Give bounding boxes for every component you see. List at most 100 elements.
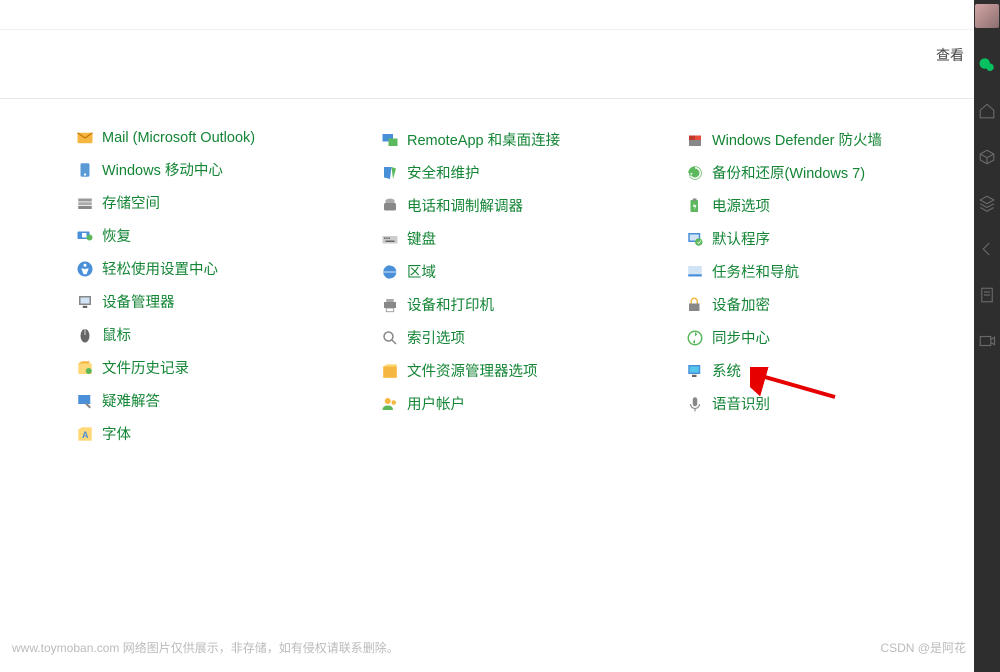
item-label: 同步中心 bbox=[712, 327, 770, 348]
item-keyboard[interactable]: 键盘 bbox=[381, 228, 686, 249]
device-manager-icon bbox=[76, 293, 94, 311]
item-security[interactable]: 安全和维护 bbox=[381, 162, 686, 183]
file-history-icon bbox=[76, 359, 94, 377]
item-label: 存储空间 bbox=[102, 192, 160, 213]
item-devices-printers[interactable]: 设备和打印机 bbox=[381, 294, 686, 315]
defender-icon bbox=[686, 131, 704, 149]
item-backup[interactable]: 备份和还原(Windows 7) bbox=[686, 162, 966, 183]
item-indexing[interactable]: 索引选项 bbox=[381, 327, 686, 348]
storage-icon bbox=[76, 194, 94, 212]
system-icon bbox=[686, 362, 704, 380]
control-panel-items: Mail (Microsoft Outlook) Windows 移动中心 存储… bbox=[0, 99, 1000, 444]
column-1: Mail (Microsoft Outlook) Windows 移动中心 存储… bbox=[76, 129, 381, 444]
mobility-icon bbox=[76, 161, 94, 179]
video-icon[interactable] bbox=[978, 332, 996, 350]
doc-icon[interactable] bbox=[978, 286, 996, 304]
mail-icon bbox=[76, 129, 94, 147]
item-region[interactable]: 区域 bbox=[381, 261, 686, 282]
item-label: 设备和打印机 bbox=[407, 294, 494, 315]
item-power[interactable]: 电源选项 bbox=[686, 195, 966, 216]
item-label: 文件历史记录 bbox=[102, 357, 189, 378]
item-label: 任务栏和导航 bbox=[712, 261, 799, 282]
item-sync[interactable]: 同步中心 bbox=[686, 327, 966, 348]
phone-modem-icon bbox=[381, 197, 399, 215]
back-icon[interactable] bbox=[978, 240, 996, 258]
item-mail[interactable]: Mail (Microsoft Outlook) bbox=[76, 129, 381, 147]
item-label: 鼠标 bbox=[102, 324, 131, 345]
avatar[interactable] bbox=[975, 4, 999, 28]
right-sidebar bbox=[974, 0, 1000, 672]
default-programs-icon bbox=[686, 230, 704, 248]
header-area: 查看 bbox=[0, 30, 1000, 80]
indexing-icon bbox=[381, 329, 399, 347]
remoteapp-icon bbox=[381, 131, 399, 149]
item-troubleshoot[interactable]: 疑难解答 bbox=[76, 390, 381, 411]
item-label: Mail (Microsoft Outlook) bbox=[102, 130, 255, 146]
svg-text:A: A bbox=[82, 429, 89, 439]
ease-access-icon bbox=[76, 260, 94, 278]
item-speech[interactable]: 语音识别 bbox=[686, 393, 966, 414]
watermark-left: www.toymoban.com 网络图片仅供展示，非存储，如有侵权请联系删除。 bbox=[12, 639, 399, 656]
item-label: 索引选项 bbox=[407, 327, 465, 348]
item-defender[interactable]: Windows Defender 防火墙 bbox=[686, 129, 966, 150]
devices-printers-icon bbox=[381, 296, 399, 314]
column-2: RemoteApp 和桌面连接 安全和维护 电话和调制解调器 键盘 区域 设备和… bbox=[381, 129, 686, 444]
item-label: 恢复 bbox=[102, 225, 131, 246]
item-device-manager[interactable]: 设备管理器 bbox=[76, 291, 381, 312]
item-label: 用户帐户 bbox=[407, 393, 465, 414]
item-label: 备份和还原(Windows 7) bbox=[712, 162, 865, 183]
watermark-right: CSDN @是阿花 bbox=[880, 639, 966, 656]
item-file-history[interactable]: 文件历史记录 bbox=[76, 357, 381, 378]
item-user-accounts[interactable]: 用户帐户 bbox=[381, 393, 686, 414]
recovery-icon bbox=[76, 227, 94, 245]
item-system[interactable]: 系统 bbox=[686, 360, 966, 381]
item-label: Windows Defender 防火墙 bbox=[712, 129, 882, 150]
item-label: 字体 bbox=[102, 423, 131, 444]
layer-icon[interactable] bbox=[978, 194, 996, 212]
item-device-encryption[interactable]: 设备加密 bbox=[686, 294, 966, 315]
device-encryption-icon bbox=[686, 296, 704, 314]
item-label: 安全和维护 bbox=[407, 162, 480, 183]
box-icon[interactable] bbox=[978, 148, 996, 166]
item-label: 设备管理器 bbox=[102, 291, 175, 312]
item-label: Windows 移动中心 bbox=[102, 159, 223, 180]
item-mobility[interactable]: Windows 移动中心 bbox=[76, 159, 381, 180]
column-3: Windows Defender 防火墙 备份和还原(Windows 7) 电源… bbox=[686, 129, 966, 444]
item-recovery[interactable]: 恢复 bbox=[76, 225, 381, 246]
item-ease-access[interactable]: 轻松使用设置中心 bbox=[76, 258, 381, 279]
taskbar-icon bbox=[686, 263, 704, 281]
security-icon bbox=[381, 164, 399, 182]
item-label: 文件资源管理器选项 bbox=[407, 360, 538, 381]
item-label: RemoteApp 和桌面连接 bbox=[407, 129, 560, 150]
item-label: 默认程序 bbox=[712, 228, 770, 249]
item-label: 轻松使用设置中心 bbox=[102, 258, 218, 279]
backup-icon bbox=[686, 164, 704, 182]
power-icon bbox=[686, 197, 704, 215]
wechat-icon[interactable] bbox=[978, 56, 996, 74]
item-storage[interactable]: 存储空间 bbox=[76, 192, 381, 213]
item-taskbar[interactable]: 任务栏和导航 bbox=[686, 261, 966, 282]
troubleshoot-icon bbox=[76, 392, 94, 410]
item-label: 键盘 bbox=[407, 228, 436, 249]
home-icon[interactable] bbox=[978, 102, 996, 120]
item-label: 电话和调制解调器 bbox=[407, 195, 523, 216]
item-explorer-options[interactable]: 文件资源管理器选项 bbox=[381, 360, 686, 381]
item-label: 区域 bbox=[407, 261, 436, 282]
top-bar bbox=[0, 0, 1000, 30]
item-label: 电源选项 bbox=[712, 195, 770, 216]
user-accounts-icon bbox=[381, 395, 399, 413]
region-icon bbox=[381, 263, 399, 281]
keyboard-icon bbox=[381, 230, 399, 248]
explorer-options-icon bbox=[381, 362, 399, 380]
item-fonts[interactable]: A 字体 bbox=[76, 423, 381, 444]
mouse-icon bbox=[76, 326, 94, 344]
view-label[interactable]: 查看 bbox=[936, 45, 964, 65]
sync-icon bbox=[686, 329, 704, 347]
item-phone-modem[interactable]: 电话和调制解调器 bbox=[381, 195, 686, 216]
item-remoteapp[interactable]: RemoteApp 和桌面连接 bbox=[381, 129, 686, 150]
item-default-programs[interactable]: 默认程序 bbox=[686, 228, 966, 249]
item-mouse[interactable]: 鼠标 bbox=[76, 324, 381, 345]
item-label: 疑难解答 bbox=[102, 390, 160, 411]
item-label: 系统 bbox=[712, 360, 741, 381]
fonts-icon: A bbox=[76, 425, 94, 443]
